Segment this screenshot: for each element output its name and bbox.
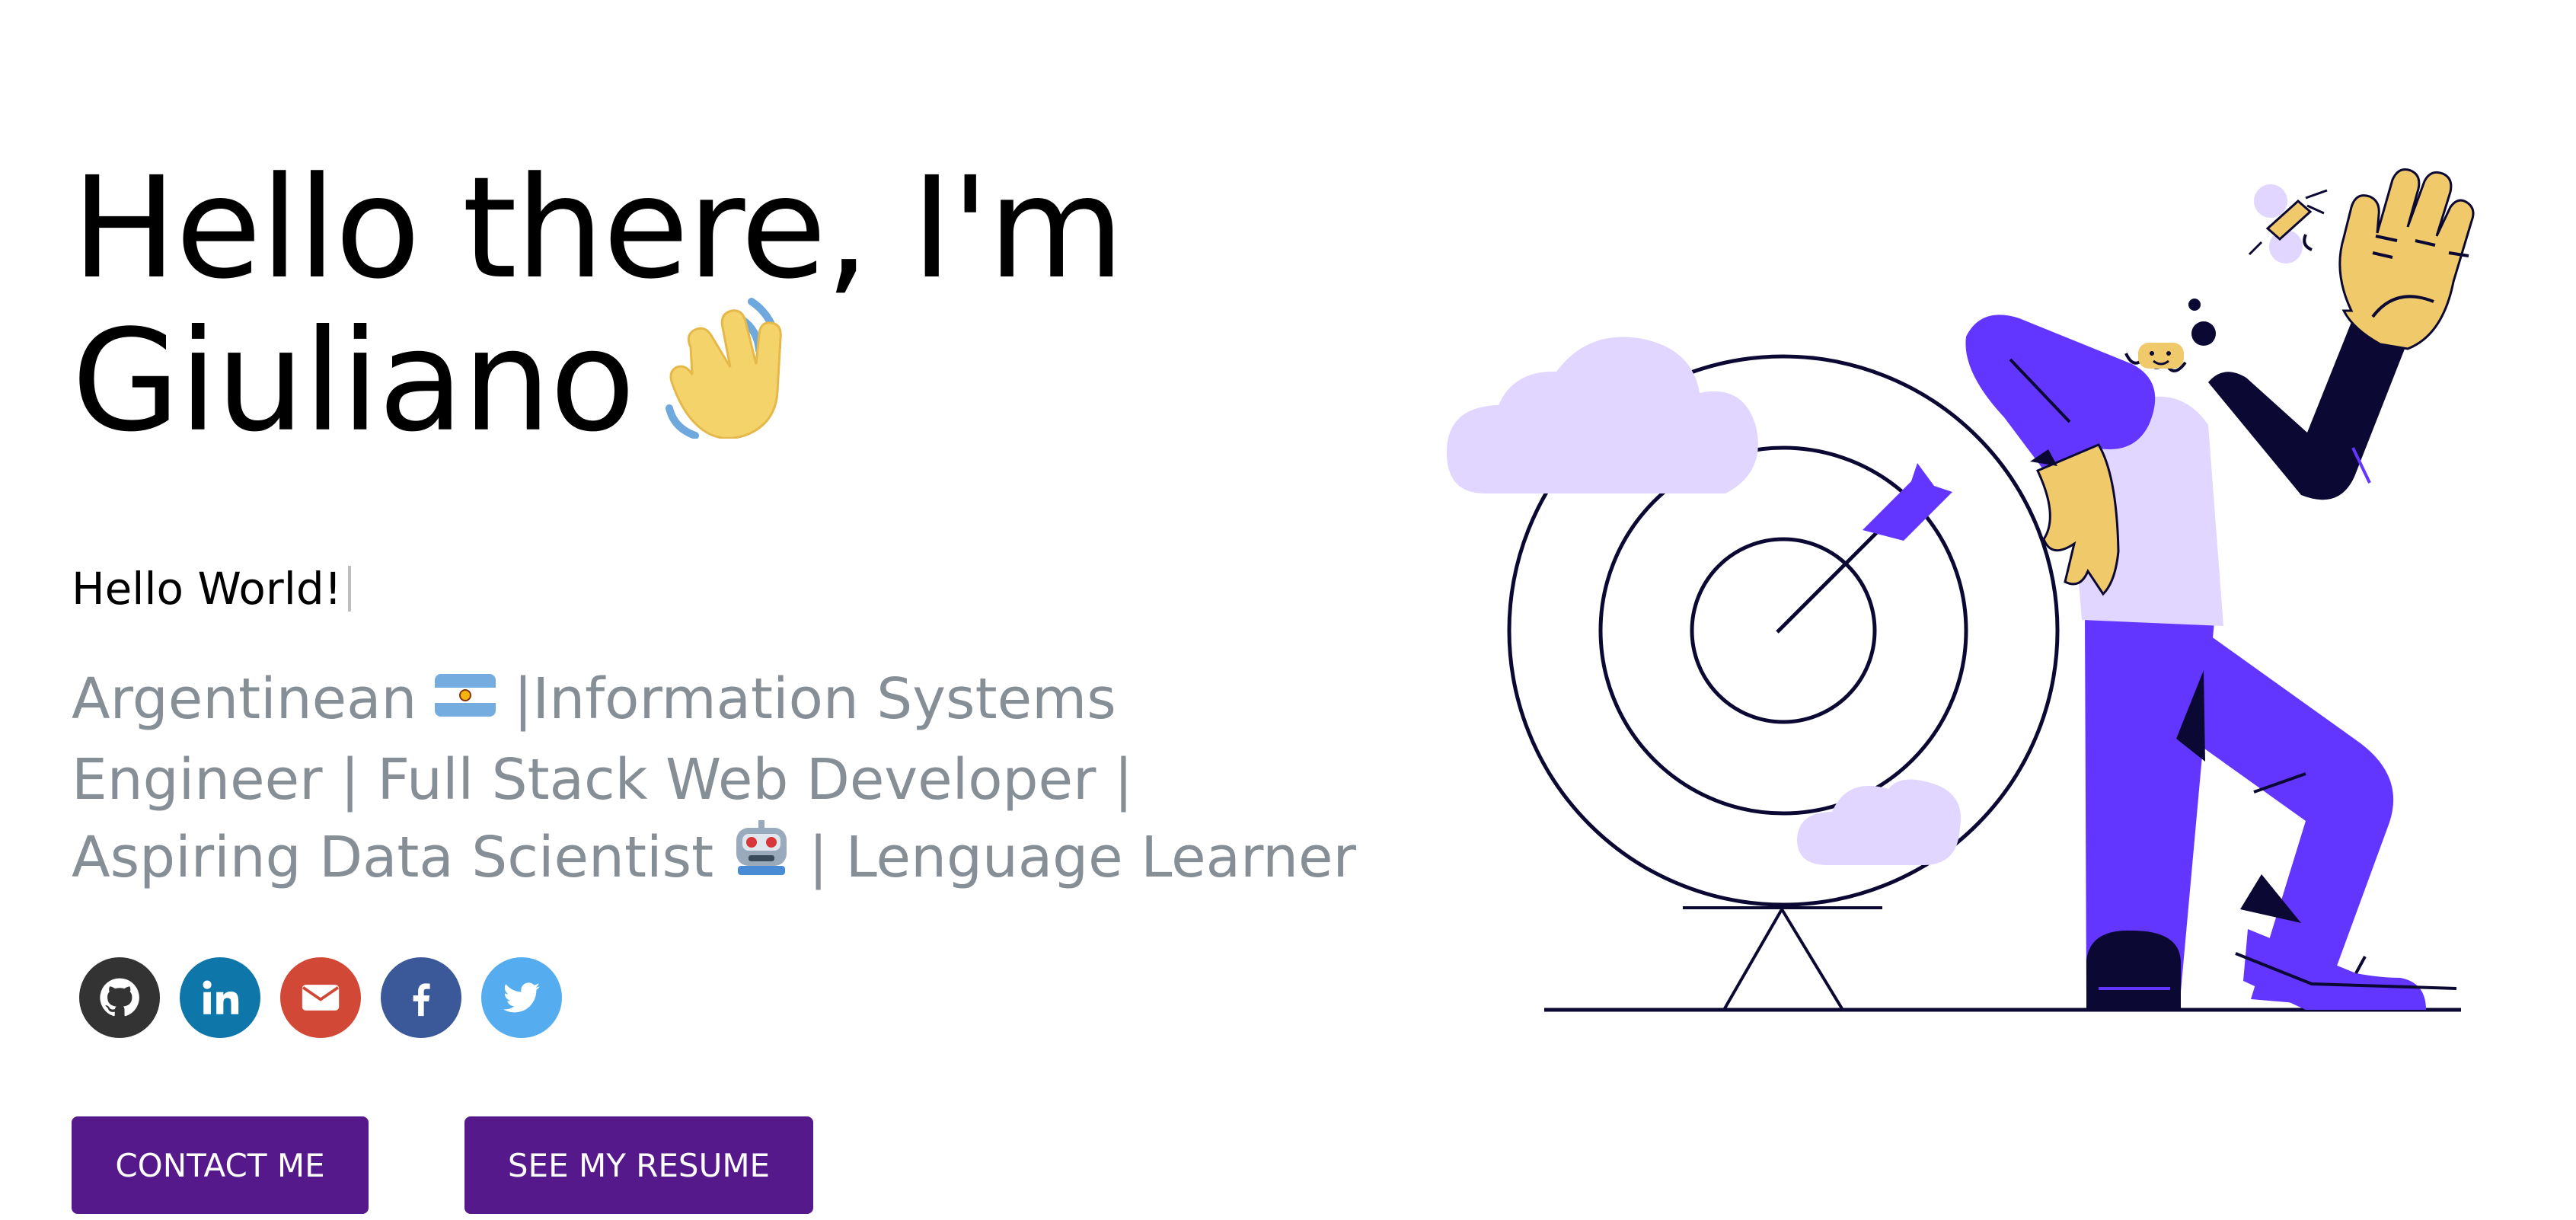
bio-text: Argentinean |Information Systems Enginee… [72,660,1412,901]
greeting-name: Giuliano [72,299,636,463]
github-icon [100,978,139,1017]
contact-me-button[interactable]: CONTACT ME [72,1116,369,1214]
greeting-line-1: Hello there, I'm [72,147,1125,310]
email-link[interactable] [280,957,361,1038]
social-links [72,957,1412,1038]
bio-row-2: Engineer | Full Stack Web Developer | [72,747,1133,813]
facebook-icon [413,983,430,1017]
typed-text-value: Hello World! [72,563,342,615]
hero-illustration [1432,168,2513,1036]
bio-row-3: Aspiring Data Scientist | Lenguage Learn… [72,819,1412,900]
typed-text: Hello World! [72,561,1412,616]
bio-nationality: Argentinean [72,666,417,732]
see-resume-button[interactable]: SEE MY RESUME [464,1116,813,1214]
argentina-flag-icon [434,659,496,736]
target-character-illustration [1447,168,2475,1012]
character-right-hand [2338,168,2475,350]
robot-icon [732,817,791,896]
hero-text-column: Hello there, I'm Giuliano Hello World! A… [72,152,1412,1038]
hero-section: Hello there, I'm Giuliano Hello World! A… [0,0,2576,1220]
character-right-sleeve [2208,318,2408,500]
mail-icon [302,985,340,1011]
twitter-icon [503,982,541,1013]
waving-hand-icon [660,294,790,467]
linkedin-icon [203,980,239,1014]
character-bun [2191,321,2216,346]
bio-role-language-learner: | Lenguage Learner [809,825,1356,891]
facebook-link[interactable] [381,957,461,1038]
linkedin-link[interactable] [180,957,260,1038]
target-stand-legs [1722,906,1844,1011]
bee-wing-1 [2254,184,2287,218]
bio-role-1: |Information Systems [513,666,1116,732]
bio-role-data-scientist: Aspiring Data Scientist [72,825,714,891]
typing-cursor [347,566,351,612]
bio-row-1: Argentinean |Information Systems [72,660,1412,741]
greeting-line-2: Giuliano [72,298,1412,477]
hero-buttons: CONTACT ME SEE MY RESUME [72,1116,813,1214]
greeting-title: Hello there, I'm Giuliano [72,152,1412,477]
cloud-large [1447,337,1758,493]
character-back-shoe [2086,930,2181,1010]
twitter-link[interactable] [481,957,562,1038]
github-link[interactable] [79,957,160,1038]
